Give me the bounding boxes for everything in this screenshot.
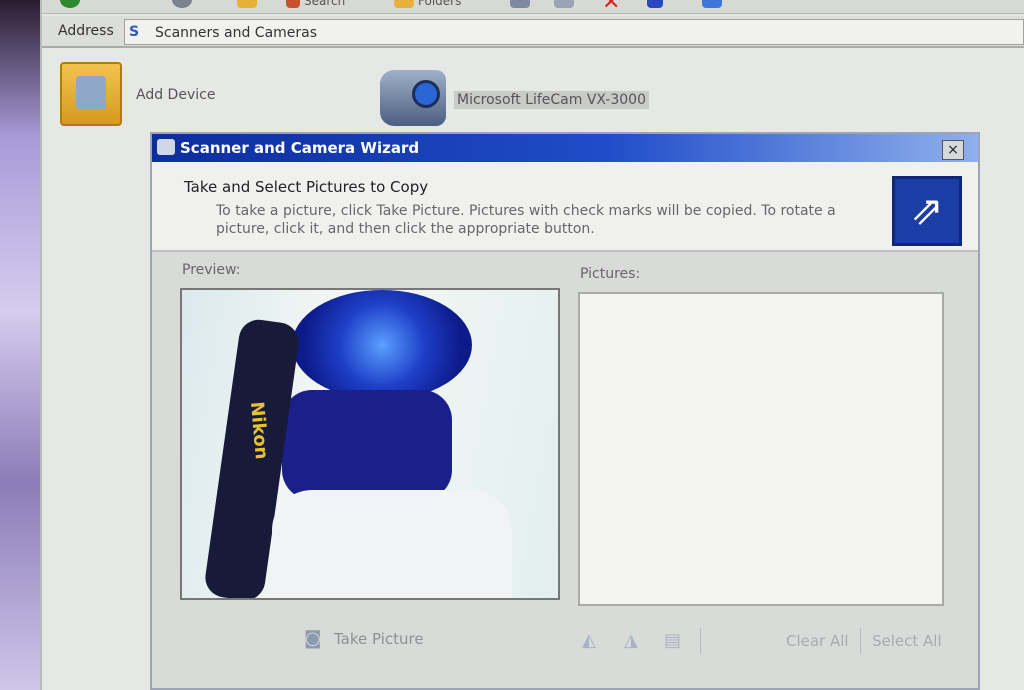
search-icon — [286, 0, 300, 8]
scanner-folder-icon: S — [129, 24, 140, 40]
camera-lens-shape — [292, 290, 472, 400]
camera-preview: Nikon — [180, 288, 560, 600]
move-to-icon[interactable] — [510, 0, 530, 8]
desktop-background — [0, 0, 40, 690]
wizard-description: To take a picture, click Take Picture. P… — [216, 203, 836, 237]
scanner-camera-wizard: Scanner and Camera Wizard × Take and Sel… — [150, 132, 980, 690]
shirt-shape — [272, 490, 512, 598]
scanner-camera-icon[interactable] — [60, 62, 122, 126]
lifecam-item[interactable]: Microsoft LifeCam VX-3000 — [454, 91, 649, 109]
rotate-right-icon[interactable]: ◭ — [582, 630, 606, 652]
clear-all-button[interactable]: Clear All — [786, 632, 849, 650]
wizard-title: Scanner and Camera Wizard — [180, 139, 420, 157]
preview-label: Preview: — [182, 262, 241, 278]
address-label: Address — [58, 23, 114, 39]
take-picture-button[interactable]: Take Picture — [334, 630, 424, 648]
title-bar: Scanner and Camera Wizard × — [152, 134, 978, 162]
address-input[interactable]: S Scanners and Cameras — [124, 19, 1024, 45]
up-folder-icon[interactable] — [237, 0, 257, 8]
pictures-list[interactable] — [578, 292, 944, 606]
copy-to-icon[interactable] — [554, 0, 574, 8]
select-all-button[interactable]: Select All — [872, 632, 942, 650]
copy-pictures-icon: ⇗ — [892, 176, 962, 246]
rotate-left-icon[interactable]: ◮ — [624, 630, 648, 652]
close-button[interactable]: × — [942, 140, 964, 160]
undo-icon[interactable] — [647, 0, 663, 8]
add-device-item[interactable]: Add Device — [136, 87, 215, 103]
folders-button[interactable]: Folders — [418, 0, 461, 8]
folders-icon — [394, 0, 414, 8]
back-icon[interactable] — [60, 0, 80, 8]
forward-icon[interactable] — [172, 0, 192, 8]
separator — [860, 628, 861, 654]
camera-snapshot-icon: ◙ — [304, 628, 322, 649]
wizard-header: Take and Select Pictures to Copy To take… — [152, 162, 978, 252]
search-button[interactable]: Search — [304, 0, 345, 8]
address-bar: Address S Scanners and Cameras — [42, 16, 1024, 48]
views-icon[interactable] — [702, 0, 722, 8]
wizard-heading: Take and Select Pictures to Copy — [184, 178, 429, 196]
separator — [700, 628, 701, 654]
properties-icon[interactable]: ▤ — [664, 630, 688, 652]
delete-icon[interactable]: ✕ — [602, 0, 622, 15]
camera-body-shape — [282, 390, 452, 500]
webcam-icon[interactable] — [380, 70, 446, 126]
toolbar: Search Folders ✕ — [42, 0, 1024, 15]
address-value: Scanners and Cameras — [155, 25, 318, 41]
pictures-label: Pictures: — [580, 266, 641, 282]
wizard-icon — [157, 139, 175, 155]
